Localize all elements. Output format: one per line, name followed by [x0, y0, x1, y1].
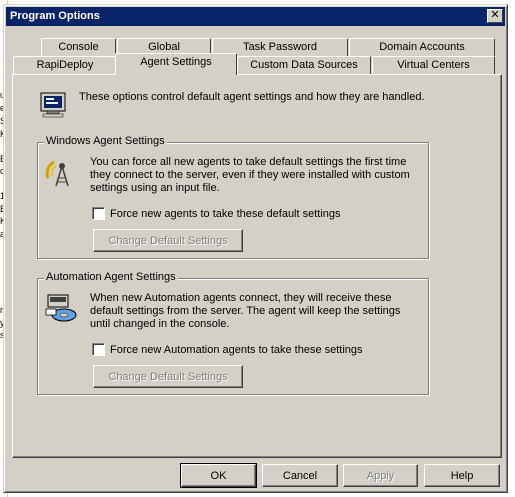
close-icon: ✕ — [490, 9, 500, 21]
checkbox-label: Force new agents to take these default s… — [110, 207, 341, 220]
tab-rapideploy[interactable]: RapiDeploy — [13, 56, 117, 74]
tab-console[interactable]: Console — [41, 38, 116, 56]
force-automation-agents-checkbox[interactable] — [92, 343, 105, 356]
checkbox-label: Force new Automation agents to take thes… — [110, 343, 363, 356]
tab-virtual-centers[interactable]: Virtual Centers — [372, 56, 495, 74]
title-bar: Program Options ✕ — [6, 7, 505, 26]
program-options-dialog: Program Options ✕ Console Global Task Pa… — [3, 4, 508, 493]
tab-agent-settings[interactable]: Agent Settings — [115, 53, 237, 75]
tab-label: RapiDeploy — [36, 59, 94, 71]
force-new-agents-checkbox[interactable] — [92, 207, 105, 220]
tab-label: Global — [148, 41, 180, 53]
ok-button[interactable]: OK — [180, 463, 257, 488]
agent-settings-panel: These options control default agent sett… — [12, 74, 502, 458]
monitor-settings-icon — [40, 92, 66, 118]
antenna-tower-icon — [45, 160, 69, 187]
tab-label: Task Password — [243, 41, 317, 53]
group-legend: Automation Agent Settings — [44, 271, 178, 283]
tab-label: Agent Settings — [140, 56, 212, 68]
tab-custom-data-sources[interactable]: Custom Data Sources — [237, 56, 371, 74]
intro-text: These options control default agent sett… — [79, 91, 425, 103]
apply-button[interactable]: Apply — [343, 464, 418, 487]
change-default-settings-button[interactable]: Change Default Settings — [93, 229, 243, 252]
tab-label: Console — [58, 41, 99, 53]
automation-agent-settings-group: Automation Agent Settings When new Autom… — [37, 271, 429, 395]
help-button[interactable]: Help — [424, 464, 500, 487]
cancel-button[interactable]: Cancel — [262, 464, 338, 487]
automation-disk-icon — [45, 294, 77, 322]
windows-agent-settings-group: Windows Agent Settings You can force all… — [37, 135, 429, 259]
change-default-settings-button[interactable]: Change Default Settings — [93, 365, 243, 388]
tab-domain-accounts[interactable]: Domain Accounts — [349, 38, 495, 56]
dialog-title: Program Options — [10, 10, 100, 22]
tab-label: Domain Accounts — [379, 41, 465, 53]
background-window-edge-right — [509, 0, 515, 497]
group-legend: Windows Agent Settings — [44, 135, 167, 147]
tab-label: Virtual Centers — [397, 59, 470, 71]
windows-agent-description: You can force all new agents to take def… — [90, 156, 410, 194]
tab-label: Custom Data Sources — [250, 59, 358, 71]
force-automation-agents-checkbox-row[interactable]: Force new Automation agents to take thes… — [92, 343, 363, 356]
force-new-agents-checkbox-row[interactable]: Force new agents to take these default s… — [92, 207, 341, 220]
close-button[interactable]: ✕ — [487, 9, 503, 23]
automation-agent-description: When new Automation agents connect, they… — [90, 292, 401, 330]
